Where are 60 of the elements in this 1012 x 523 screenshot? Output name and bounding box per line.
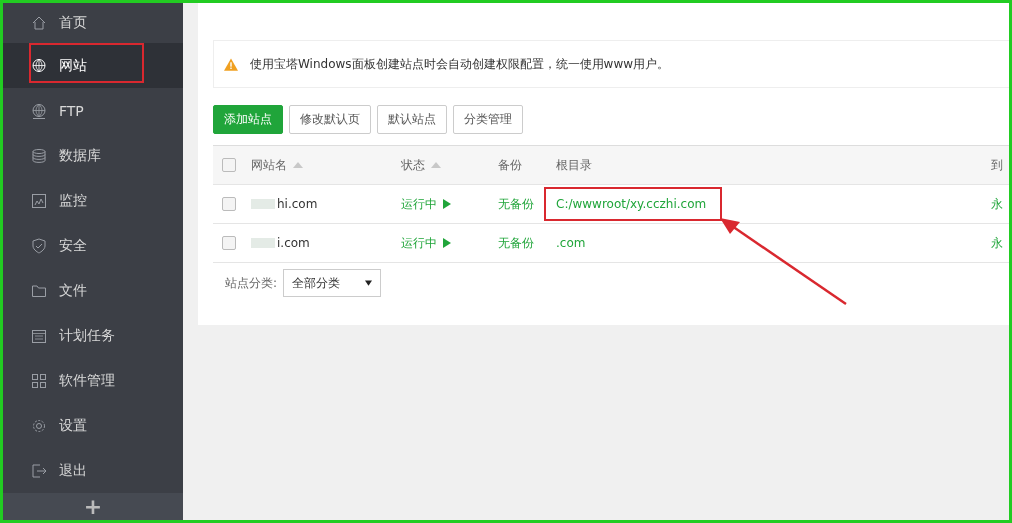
sidebar-label: 退出 — [59, 461, 87, 480]
blurred-text — [251, 238, 275, 248]
warning-icon — [224, 57, 238, 71]
settings-icon — [31, 417, 47, 434]
grid-icon — [31, 372, 47, 389]
site-name[interactable]: hi.com — [277, 197, 318, 211]
globe-icon — [31, 102, 47, 119]
caret-icon — [365, 280, 373, 286]
folder-icon — [31, 282, 47, 299]
blurred-text — [251, 199, 275, 209]
sidebar-item[interactable]: 退出 — [3, 448, 183, 493]
sidebar-item[interactable]: 文件 — [3, 268, 183, 313]
sidebar-item[interactable]: 数据库 — [3, 133, 183, 178]
expiry-text: 永 — [991, 234, 1003, 252]
play-icon — [443, 199, 451, 209]
sidebar-item[interactable]: 网站 — [3, 43, 183, 88]
sidebar-label: FTP — [59, 102, 84, 119]
sort-icon[interactable] — [293, 162, 303, 168]
column-header: 备份 — [498, 156, 522, 174]
play-icon — [443, 238, 451, 248]
chart-icon — [31, 192, 47, 209]
site-name[interactable]: i.com — [277, 236, 310, 250]
expiry-text: 永 — [991, 195, 1003, 213]
sort-icon[interactable] — [431, 162, 441, 168]
checkbox[interactable] — [222, 236, 236, 250]
calendar-icon — [31, 327, 47, 344]
logout-icon — [31, 462, 47, 479]
shield-icon — [31, 237, 47, 254]
sidebar-item[interactable]: 软件管理 — [3, 358, 183, 403]
checkbox[interactable] — [222, 158, 236, 172]
add-button[interactable]: + — [3, 493, 183, 520]
sidebar-label: 安全 — [59, 236, 87, 255]
category-select[interactable]: 全部分类 — [283, 269, 382, 297]
sidebar-label: 首页 — [59, 14, 87, 32]
sidebar-item[interactable]: 计划任务 — [3, 313, 183, 358]
sidebar-label: 监控 — [59, 191, 87, 210]
toolbar-button[interactable]: 分类管理 — [453, 105, 523, 134]
sidebar-item[interactable]: 首页 — [3, 3, 183, 43]
home-icon — [31, 15, 47, 31]
sidebar-label: 数据库 — [59, 146, 101, 165]
toolbar-button[interactable]: 修改默认页 — [289, 105, 371, 134]
sidebar-label: 软件管理 — [59, 371, 115, 390]
column-header[interactable]: 网站名 — [251, 156, 303, 174]
checkbox[interactable] — [222, 197, 236, 211]
filter-label: 站点分类: — [225, 274, 278, 292]
toolbar-button[interactable]: 默认站点 — [377, 105, 447, 134]
column-header: 根目录 — [556, 156, 592, 174]
sidebar-label: 计划任务 — [59, 326, 115, 345]
column-header[interactable]: 状态 — [401, 156, 441, 174]
sidebar-item[interactable]: 监控 — [3, 178, 183, 223]
sidebar-label: 网站 — [59, 56, 87, 75]
database-icon — [31, 147, 47, 164]
sidebar-item[interactable]: 安全 — [3, 223, 183, 268]
globe-icon — [31, 57, 47, 74]
sidebar-label: 设置 — [59, 416, 87, 435]
notice-text: 使用宝塔Windows面板创建站点时会自动创建权限配置，统一使用www用户。 — [250, 55, 669, 73]
sidebar-item[interactable]: FTP — [3, 88, 183, 133]
column-header: 到 — [991, 156, 1003, 174]
sidebar-label: 文件 — [59, 281, 87, 300]
sidebar-item[interactable]: 设置 — [3, 403, 183, 448]
